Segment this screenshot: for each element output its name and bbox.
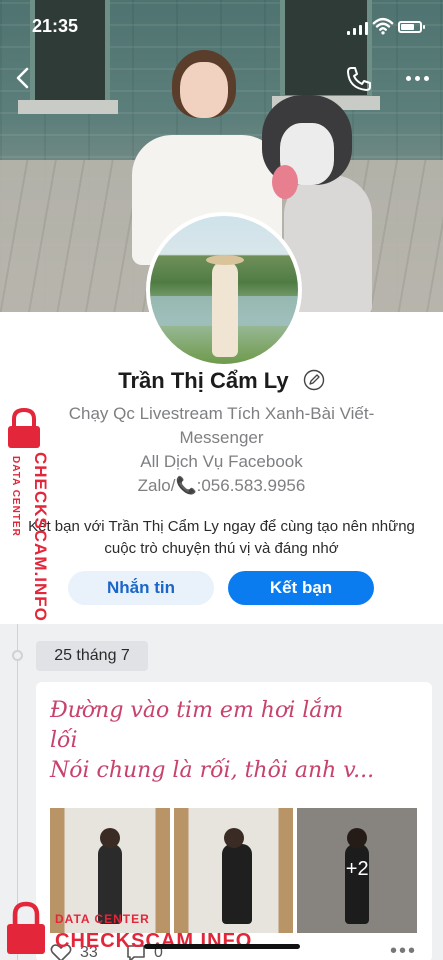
watermark-subtext: DATA CENTER — [55, 912, 150, 926]
cellular-signal-icon — [347, 21, 368, 35]
avatar-person — [206, 255, 244, 357]
more-horizontal-icon-dot — [414, 75, 420, 81]
watermark-text: CHECKSCAM.INFO — [31, 452, 50, 622]
more-options-button[interactable] — [402, 66, 432, 90]
status-time: 21:35 — [32, 16, 79, 36]
cover-window-sill — [18, 100, 118, 114]
bio-line: Chạy Qc Livestream Tích Xanh-Bài Viết- — [68, 404, 375, 423]
profile-avatar[interactable] — [146, 212, 302, 368]
post-photo[interactable] — [173, 808, 294, 933]
post-text[interactable]: Đường vào tim em hơi lắm lối Nói chung l… — [50, 696, 430, 786]
post-more-icon[interactable]: ••• — [390, 940, 417, 960]
profile-bio: Chạy Qc Livestream Tích Xanh-Bài Viết- M… — [40, 402, 403, 498]
wifi-icon — [372, 17, 394, 35]
date-chip: 25 tháng 7 — [36, 641, 148, 671]
post-text-line: Nói chung là rối, thôi anh v... — [50, 758, 375, 783]
bio-line: Messenger — [179, 428, 264, 447]
cover-dog-tongue — [272, 165, 298, 199]
more-horizontal-icon — [405, 75, 411, 81]
profile-name-row: Trần Thị Cẩm Ly — [0, 368, 443, 394]
watermark-subtext: DATA CENTER — [10, 456, 21, 537]
extra-photos-count: +2 — [345, 858, 369, 880]
profile-name: Trần Thị Cẩm Ly — [118, 368, 289, 393]
add-friend-button[interactable]: Kết bạn — [228, 571, 374, 605]
cover-person-face — [180, 62, 228, 118]
pencil-icon[interactable] — [303, 369, 325, 391]
battery-icon — [398, 21, 425, 33]
bio-line: Zalo/📞:056.583.9956 — [137, 476, 306, 495]
phone-icon — [347, 67, 371, 91]
message-button[interactable]: Nhắn tin — [68, 571, 214, 605]
chevron-left-icon — [16, 67, 29, 89]
more-horizontal-icon-dot — [423, 75, 429, 81]
post-text-line: Đường vào tim em hơi lắm — [50, 698, 344, 723]
call-button[interactable] — [344, 64, 374, 94]
friend-prompt-text: Kết bạn với Trần Thị Cẩm Ly ngay để cùng… — [28, 518, 415, 557]
watermark-text: CHECKSCAM.INFO — [55, 930, 253, 952]
post-photo-more[interactable]: +2 — [297, 808, 418, 933]
timeline-dot — [12, 650, 23, 661]
back-button[interactable] — [8, 62, 40, 94]
lock-icon — [8, 407, 40, 448]
photo-person — [221, 828, 252, 924]
status-bar: 21:35 — [0, 0, 443, 54]
lock-icon — [7, 901, 45, 954]
home-indicator[interactable] — [144, 944, 300, 949]
watermark-vertical: CHECKSCAM.INFO DATA CENTER — [8, 452, 50, 622]
bio-line: All Dịch Vụ Facebook — [140, 452, 303, 471]
post-text-line: lối — [50, 728, 78, 753]
